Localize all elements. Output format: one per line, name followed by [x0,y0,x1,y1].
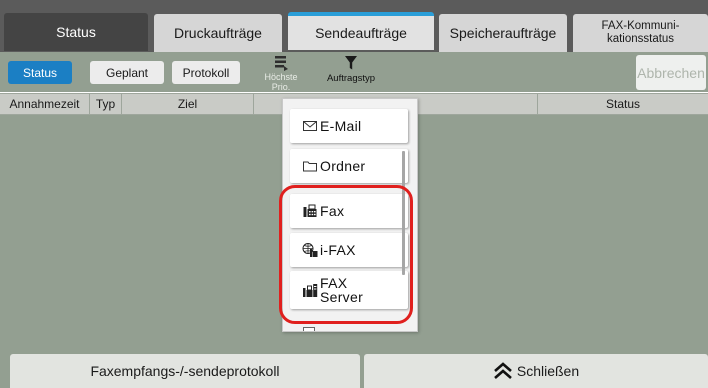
tab-fax-communication-status[interactable]: FAX-Kommuni- kationsstatus [573,14,708,52]
tab-storage-jobs[interactable]: Speicheraufträge [439,14,567,52]
dropdown-item-ifax[interactable]: i-FAX [290,233,408,267]
tab-status[interactable]: Status [4,13,148,51]
dropdown-item-label: Ordner [320,158,366,174]
dropdown-item-fax-server[interactable]: FAX Server [290,271,408,309]
job-type-dropdown: E-Mail Ordner Fax i-FAX FAX Server [282,98,418,332]
dropdown-item-label: FAX Server [320,275,364,305]
double-chevron-up-icon [494,362,512,379]
email-icon [303,121,317,131]
priority-override-button[interactable]: Höchste Prio. [256,55,306,92]
column-header-reception-time[interactable]: Annahmezeit [0,94,90,114]
priority-label: Höchste Prio. [264,72,298,92]
ifax-icon [302,243,318,257]
sub-toolbar: Status Geplant Protokoll Höchste Prio. A… [0,52,708,92]
column-header-status[interactable]: Status [538,94,708,114]
dropdown-item-label: i-FAX [320,242,356,258]
job-type-filter-button[interactable]: Auftragstyp [314,54,388,90]
subtab-status[interactable]: Status [8,61,72,84]
dropdown-item-label: E-Mail [320,118,362,134]
cancel-button[interactable]: Abbrechen [636,55,706,90]
job-status-screen: Status Druckaufträge Sendeaufträge Speic… [0,0,708,388]
dropdown-scrollbar[interactable] [402,151,405,275]
subtab-scheduled[interactable]: Geplant [90,61,164,84]
dropdown-item-folder[interactable]: Ordner [290,149,408,183]
filter-icon [345,56,357,70]
close-button[interactable]: Schließen [364,354,708,388]
job-type-label: Auftragstyp [326,73,376,84]
dropdown-item-email[interactable]: E-Mail [290,109,408,143]
dropdown-item-partial-icon [303,327,315,331]
tab-print-jobs[interactable]: Druckaufträge [154,14,282,52]
fax-server-icon [303,284,318,297]
folder-icon [303,161,317,172]
main-tab-bar: Status Druckaufträge Sendeaufträge Speic… [0,0,708,52]
subtab-log[interactable]: Protokoll [172,61,240,84]
column-header-type[interactable]: Typ [90,94,122,114]
fax-icon [303,204,317,217]
close-label: Schließen [516,363,580,379]
column-header-destination[interactable]: Ziel [122,94,254,114]
dropdown-item-label: Fax [320,203,345,219]
dropdown-item-fax[interactable]: Fax [290,194,408,228]
priority-icon [275,56,288,71]
fax-log-button[interactable]: Faxempfangs-/-sendeprotokoll [10,354,360,388]
tab-send-jobs[interactable]: Sendeaufträge [288,12,434,50]
bottom-action-bar: Faxempfangs-/-sendeprotokoll Schließen [0,350,708,388]
